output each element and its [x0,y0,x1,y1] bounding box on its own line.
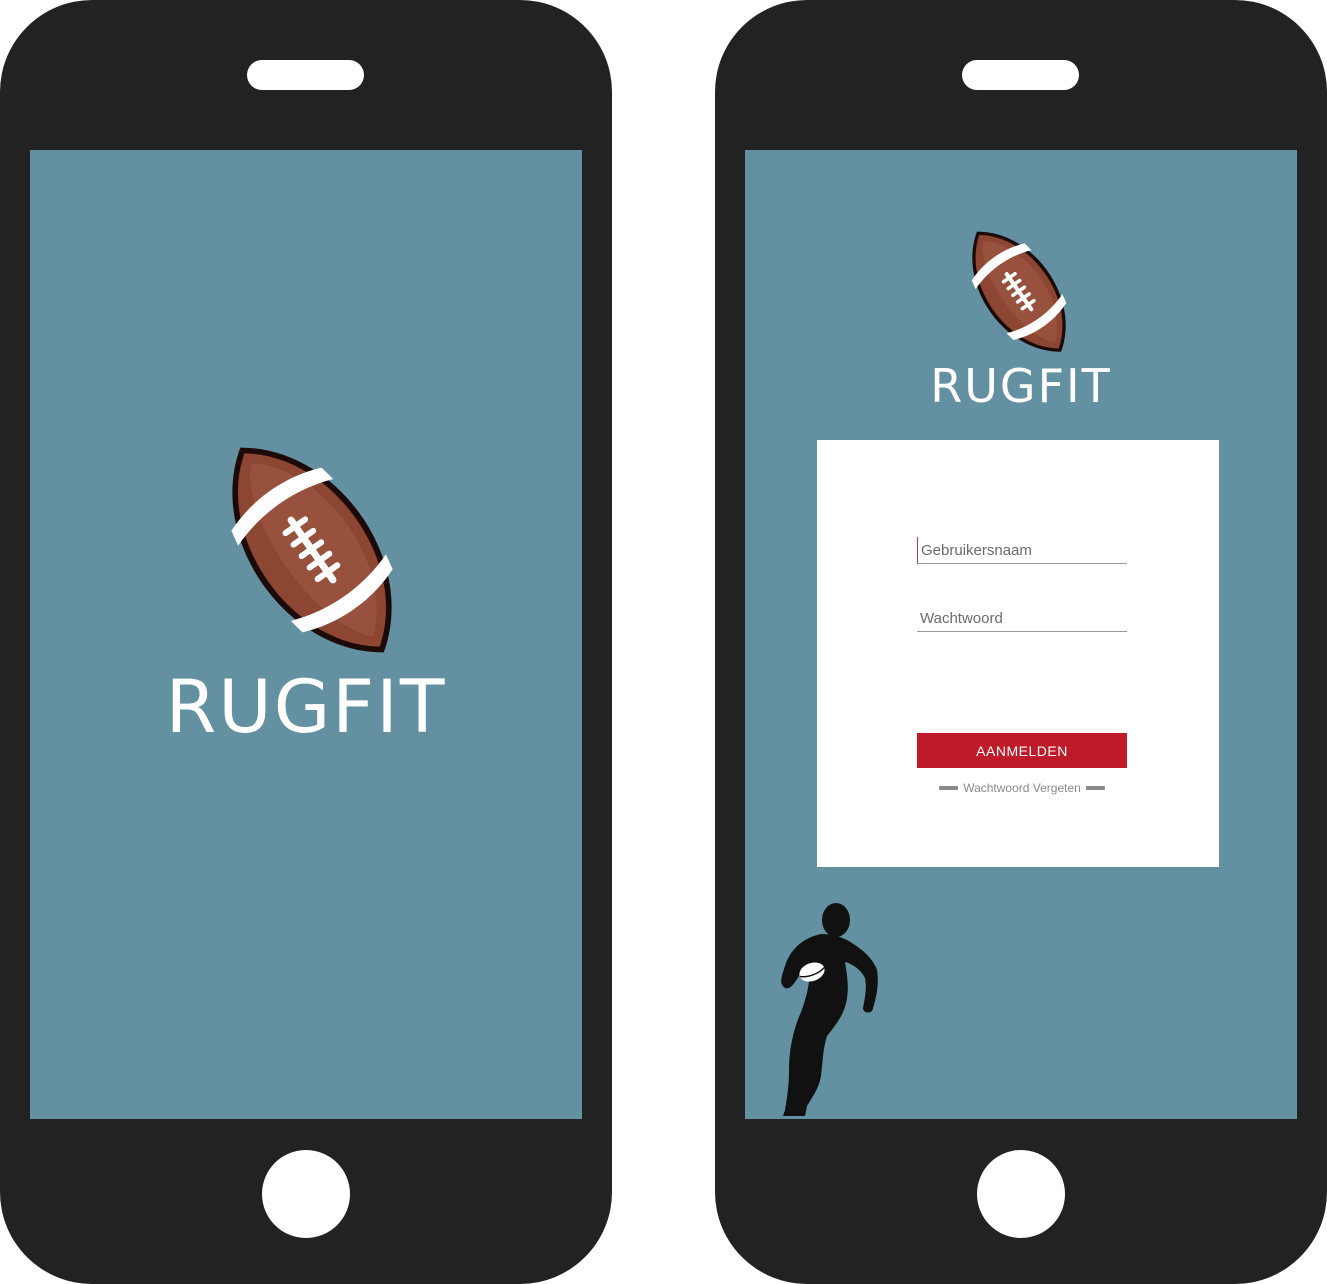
login-button[interactable]: AANMELDEN [917,733,1127,768]
phone-frame-login: RUGFIT AANMELDEN Wachtwoord Vergeten [715,0,1327,1284]
forgot-password-row: Wachtwoord Vergeten [917,780,1127,796]
rugby-player-silhouette-icon [781,903,878,1116]
phone-speaker [962,60,1079,90]
password-input[interactable] [917,605,1127,632]
phone-frame-splash: RUGFIT [0,0,612,1284]
splash-screen: RUGFIT [30,150,582,1119]
app-title: RUGFIT [930,359,1112,413]
phone-speaker [247,60,364,90]
divider-dash [1085,786,1105,790]
rugby-ball-icon [231,447,393,653]
divider-dash [939,786,959,790]
login-card: AANMELDEN Wachtwoord Vergeten [817,440,1219,867]
forgot-password-link[interactable]: Wachtwoord Vergeten [963,781,1081,795]
login-screen: RUGFIT AANMELDEN Wachtwoord Vergeten [745,150,1297,1119]
home-button[interactable] [262,1150,350,1238]
rugby-ball-icon [971,231,1067,352]
home-button[interactable] [977,1150,1065,1238]
username-input[interactable] [917,537,1127,564]
app-title: RUGFIT [165,665,447,750]
